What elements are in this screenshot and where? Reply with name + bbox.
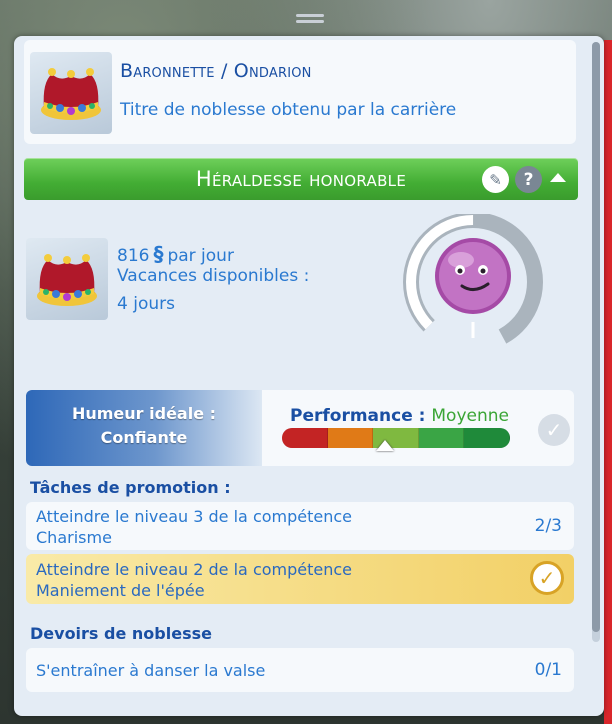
question-icon[interactable]: ?: [515, 166, 542, 193]
career-panel: Baronnette / Ondarion Titre de noblesse …: [14, 36, 604, 716]
ideal-mood-value: Confiante: [100, 428, 188, 447]
task-line: Maniement de l'épée: [36, 581, 205, 600]
ideal-mood: Humeur idéale : Confiante: [26, 390, 262, 466]
performance-segment: [418, 428, 465, 448]
crown-icon: [30, 52, 112, 134]
confident-face-icon: [435, 238, 511, 314]
vacation-label: Vacances disponibles :: [117, 266, 310, 286]
promotion-progress-ring: [398, 212, 548, 364]
checkmark-icon: ✓: [530, 561, 564, 595]
ideal-mood-label: Humeur idéale :: [71, 404, 217, 423]
performance-segment: [282, 428, 328, 448]
salary-unit: par jour: [167, 246, 234, 266]
task-item[interactable]: Atteindre le niveau 3 de la compétence C…: [26, 502, 574, 550]
performance-segment: [327, 428, 374, 448]
checkmark-icon: ✓: [538, 414, 570, 446]
chevron-up-icon[interactable]: [550, 173, 566, 182]
career-level-bar[interactable]: Héraldesse honorable ✎ ?: [24, 158, 578, 200]
crown-icon: [26, 238, 108, 320]
task-item-completed[interactable]: Atteindre le niveau 2 de la compétence M…: [26, 554, 574, 604]
performance-meter: [282, 428, 510, 448]
duty-count: 0/1: [534, 660, 562, 680]
vacation-value: 4 jours: [117, 294, 175, 314]
performance-value: Moyenne: [431, 406, 509, 426]
task-line: Atteindre le niveau 3 de la compétence: [36, 507, 353, 526]
promotion-tasks-title: Tâches de promotion :: [30, 478, 231, 497]
duties-title: Devoirs de noblesse: [30, 624, 212, 643]
mood-performance-row: Humeur idéale : Confiante Performance : …: [26, 390, 574, 466]
side-accent: [604, 40, 612, 724]
task-count: 2/3: [534, 516, 562, 536]
performance-label-text: Performance :: [290, 406, 426, 426]
task-text: Atteindre le niveau 2 de la compétence M…: [36, 559, 476, 601]
task-text: Atteindre le niveau 3 de la compétence C…: [36, 506, 476, 548]
scrollbar[interactable]: [592, 42, 600, 642]
salary: 816 § par jour: [117, 242, 234, 266]
duty-text: S'entraîner à danser la valse: [36, 661, 266, 680]
task-line: Atteindre le niveau 2 de la compétence: [36, 560, 353, 579]
salary-amount: 816: [117, 246, 150, 266]
simoleon-icon: §: [153, 242, 164, 266]
performance-label: Performance : Moyenne: [290, 406, 509, 426]
duty-item[interactable]: S'entraîner à danser la valse 0/1: [26, 648, 574, 692]
task-line: Charisme: [36, 528, 112, 547]
career-subtitle: Titre de noblesse obtenu par la carrière: [120, 100, 457, 120]
performance-pointer: [375, 440, 394, 451]
career-title: Baronnette / Ondarion: [120, 60, 312, 82]
performance-segment: [464, 428, 510, 448]
pencil-icon[interactable]: ✎: [482, 166, 509, 193]
career-header-card: Baronnette / Ondarion Titre de noblesse …: [24, 40, 576, 144]
drag-handle[interactable]: [296, 14, 324, 28]
scrollbar-thumb[interactable]: [592, 42, 600, 632]
